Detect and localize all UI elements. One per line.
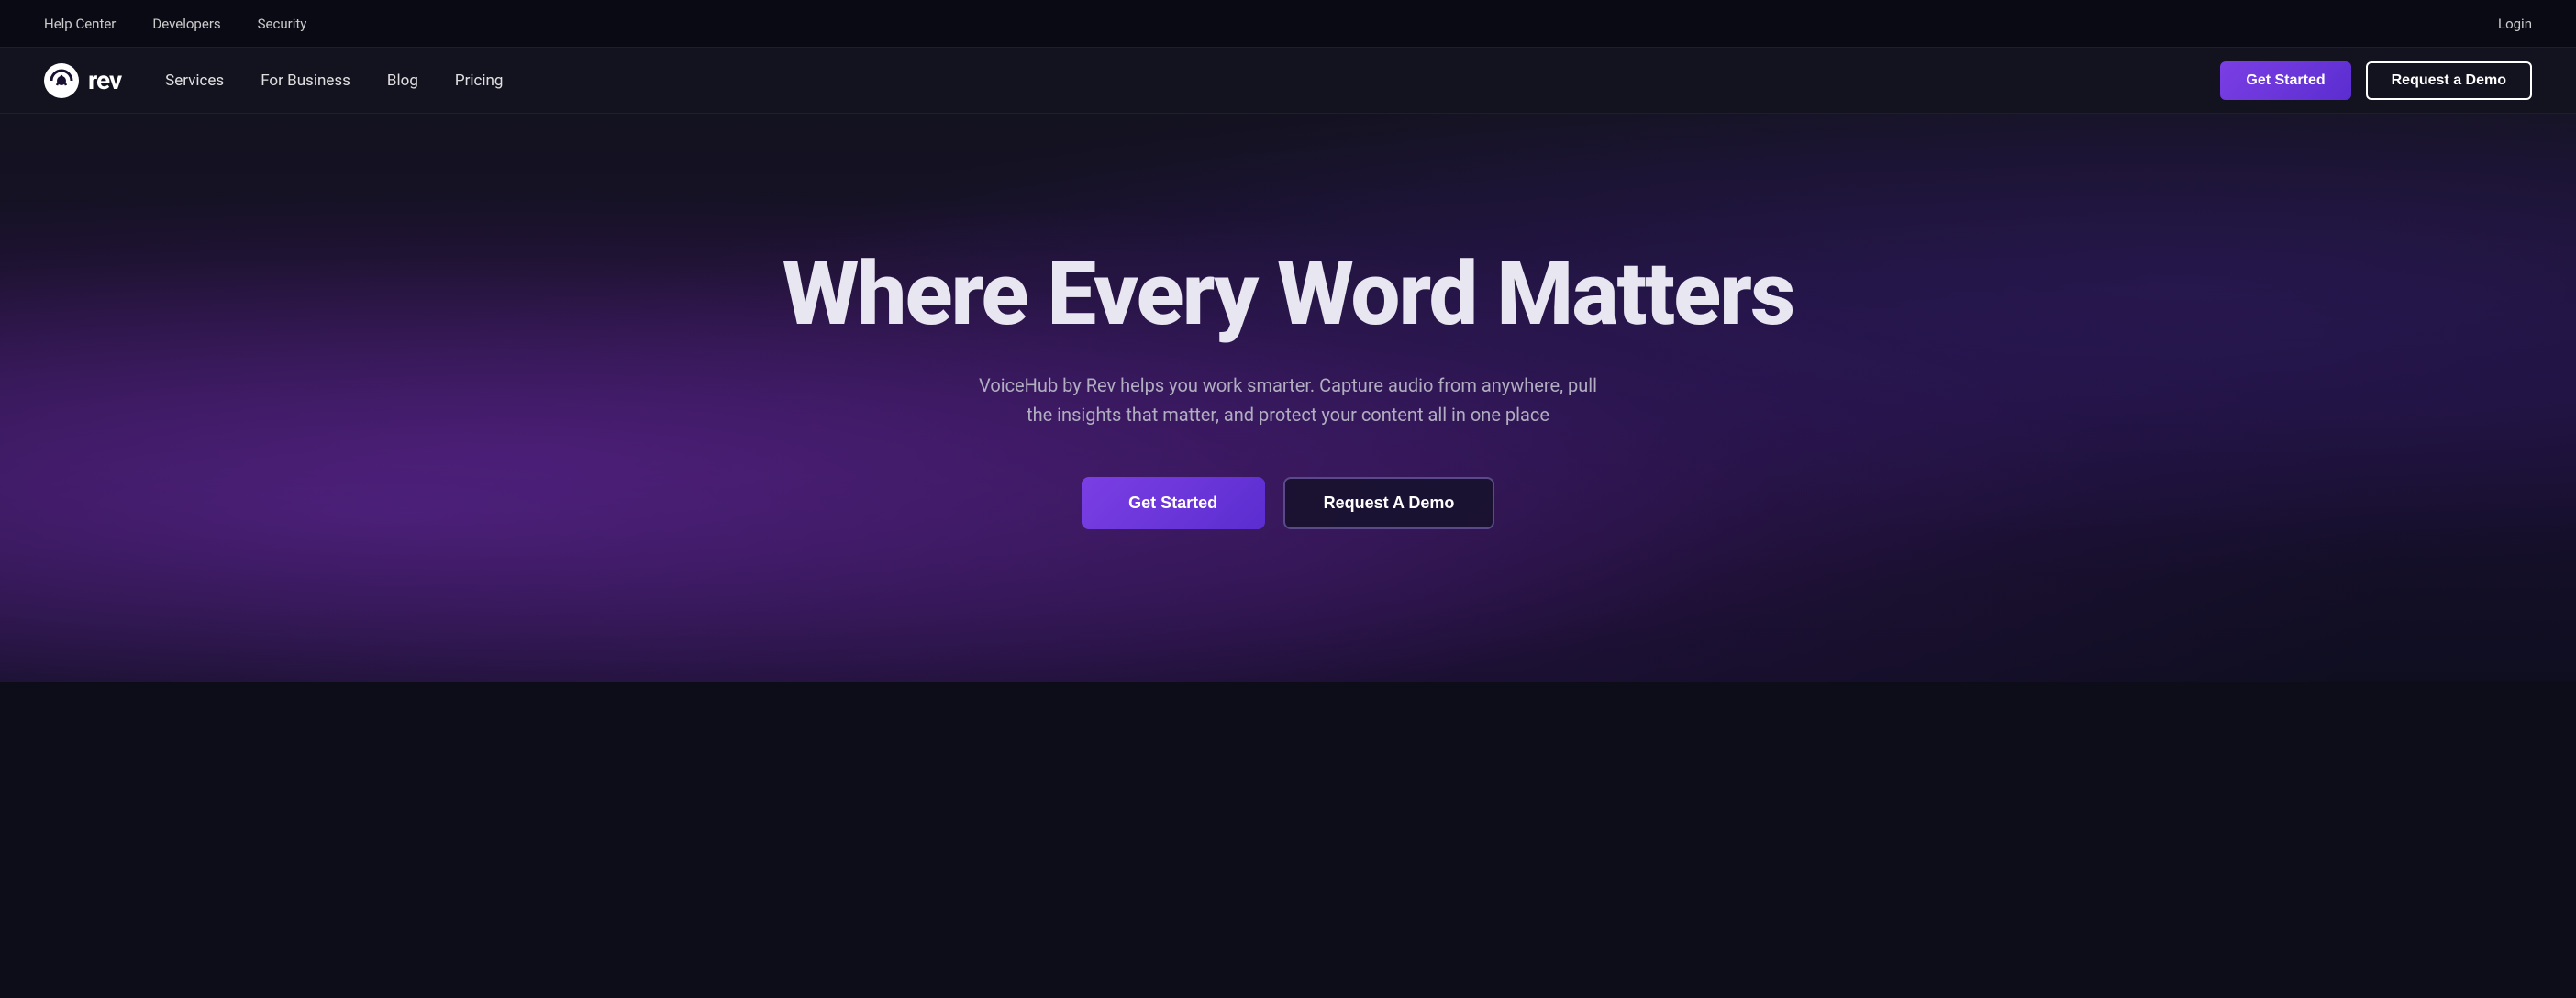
nav-links: Services For Business Blog Pricing: [165, 72, 503, 90]
nav-get-started-button[interactable]: Get Started: [2220, 61, 2350, 100]
top-bar-link-help-center[interactable]: Help Center: [44, 16, 116, 32]
hero-buttons: Get Started Request A Demo: [1082, 477, 1495, 529]
top-bar-links: Help Center Developers Security: [44, 16, 306, 32]
hero-title: Where Every Word Matters: [783, 249, 1793, 341]
main-nav: rev Services For Business Blog Pricing G…: [0, 48, 2576, 114]
login-link[interactable]: Login: [2498, 16, 2532, 32]
nav-link-services[interactable]: Services: [165, 72, 224, 90]
rev-logo-icon: [44, 63, 79, 98]
top-bar-link-security[interactable]: Security: [258, 16, 307, 32]
top-bar: Help Center Developers Security Login: [0, 0, 2576, 48]
nav-link-blog[interactable]: Blog: [387, 72, 418, 90]
top-bar-link-developers[interactable]: Developers: [152, 16, 220, 32]
nav-link-for-business[interactable]: For Business: [261, 72, 350, 90]
nav-request-demo-button[interactable]: Request a Demo: [2366, 61, 2532, 100]
top-bar-right: Login: [2498, 16, 2532, 32]
logo-text: rev: [88, 65, 121, 95]
nav-right: Get Started Request a Demo: [2220, 61, 2532, 100]
logo[interactable]: rev: [44, 63, 121, 98]
hero-request-demo-button[interactable]: Request A Demo: [1283, 477, 1495, 529]
nav-left: rev Services For Business Blog Pricing: [44, 63, 503, 98]
hero-subtitle: VoiceHub by Rev helps you work smarter. …: [976, 371, 1600, 429]
hero-get-started-button[interactable]: Get Started: [1082, 477, 1265, 529]
nav-link-pricing[interactable]: Pricing: [455, 72, 504, 90]
hero-section: Where Every Word Matters VoiceHub by Rev…: [0, 114, 2576, 682]
